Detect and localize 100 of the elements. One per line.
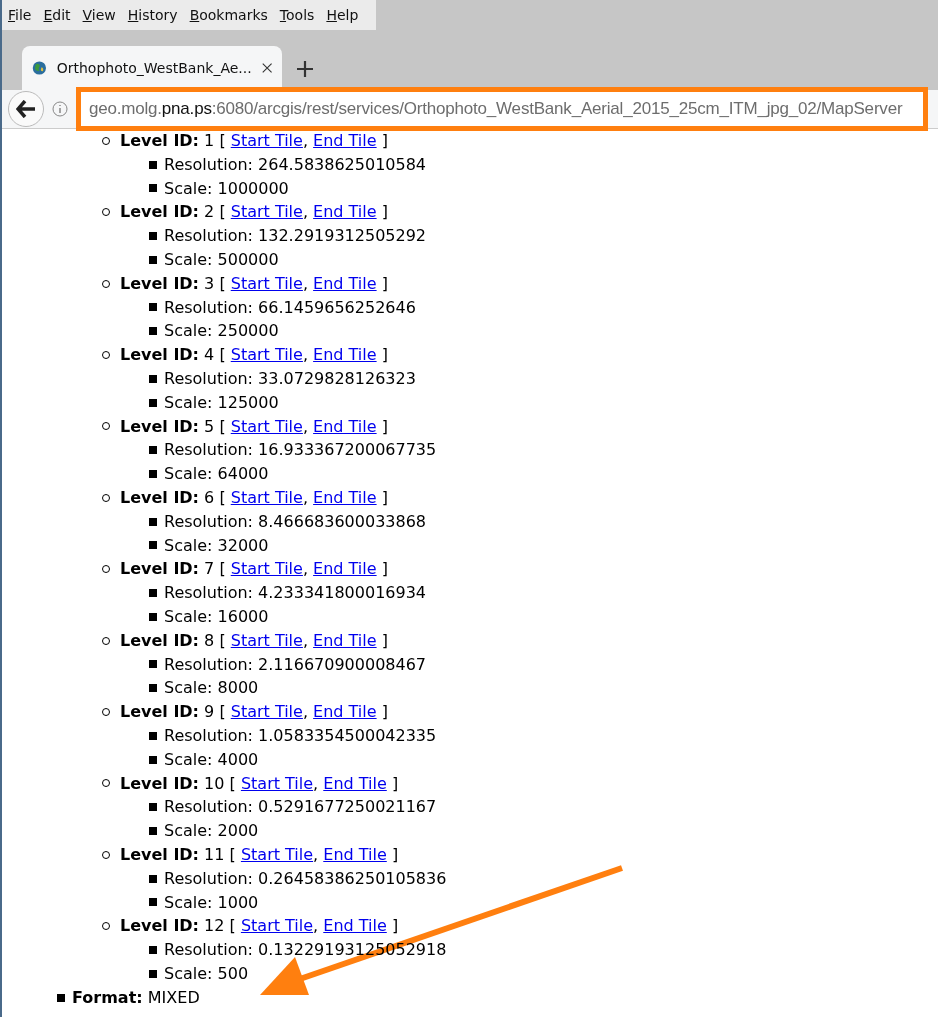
address-bar[interactable]: geo.molg.pna.ps:6080/arcgis/rest/services/Orthophoto_WestBank_Aerial_2015_25cm_ITM_jpg_02/MapServer: [76, 87, 928, 131]
scale-text: Scale: 64000: [164, 463, 269, 486]
scale-text: Scale: 125000: [164, 391, 279, 414]
bracket-text: ]: [380, 701, 388, 724]
separator-text: ,: [302, 701, 309, 724]
square-bullet-icon: [149, 232, 157, 241]
square-bullet-icon: [149, 827, 157, 835]
end-tile-link[interactable]: End Tile: [323, 771, 387, 796]
back-arrow-icon: [16, 100, 36, 118]
start-tile-link[interactable]: Start Tile: [230, 700, 303, 724]
level-heading: Level ID: 7 [: [120, 558, 227, 581]
start-tile-link[interactable]: Start Tile: [230, 628, 303, 653]
resolution-text: Resolution: 264.5838625010584: [164, 153, 427, 176]
square-bullet-icon: [149, 184, 157, 193]
resolution-text: Resolution: 1.0583354500042335: [164, 724, 437, 747]
square-bullet-icon: [149, 969, 157, 978]
separator-text: ,: [302, 415, 309, 438]
start-tile-link[interactable]: Start Tile: [230, 414, 303, 439]
menu-item[interactable]: Bookmarks: [189, 7, 268, 23]
scale-text: Scale: 4000: [164, 748, 259, 771]
square-bullet-icon: [149, 160, 157, 169]
start-tile-link[interactable]: Start Tile: [240, 914, 314, 939]
end-tile-link[interactable]: End Tile: [313, 700, 377, 724]
scale-text: Scale: 1000000: [164, 177, 289, 200]
square-bullet-icon: [149, 470, 157, 479]
end-tile-link[interactable]: End Tile: [313, 557, 377, 582]
end-tile-link[interactable]: End Tile: [313, 414, 377, 439]
separator-text: ,: [302, 486, 309, 509]
resolution-text: Resolution: 0.26458386250105836: [164, 867, 447, 890]
level-heading: Level ID: 1 [: [120, 130, 227, 152]
level-heading: Level ID: 10 [: [120, 772, 237, 795]
scale-text: Scale: 2000: [164, 820, 259, 843]
bracket-text: ]: [380, 629, 388, 652]
bracket-text: ]: [390, 915, 399, 938]
resolution-text: Resolution: 4.233341800016934: [164, 582, 427, 605]
close-icon[interactable]: [261, 61, 272, 75]
end-tile-link[interactable]: End Tile: [323, 914, 387, 939]
level-heading: Level ID: 8 [: [120, 629, 227, 652]
end-tile-link[interactable]: End Tile: [313, 343, 377, 367]
separator-text: ,: [302, 344, 309, 367]
bracket-text: ]: [380, 486, 388, 509]
end-tile-link[interactable]: End Tile: [313, 200, 377, 225]
start-tile-link[interactable]: Start Tile: [230, 485, 303, 510]
square-bullet-icon: [149, 589, 157, 598]
start-tile-link[interactable]: Start Tile: [230, 271, 303, 296]
start-tile-link[interactable]: Start Tile: [230, 129, 303, 153]
globe-icon: [32, 58, 47, 78]
square-bullet-icon: [149, 517, 157, 526]
square-bullet-icon: [149, 446, 157, 455]
level-heading: Level ID: 3 [: [120, 272, 227, 295]
resolution-text: Resolution: 33.0729828126323: [164, 367, 416, 390]
square-bullet-icon: [149, 803, 157, 812]
end-tile-link[interactable]: End Tile: [313, 628, 377, 653]
square-bullet-icon: [149, 898, 157, 907]
square-bullet-icon: [149, 874, 157, 883]
new-tab-icon[interactable]: [296, 60, 314, 78]
square-bullet-icon: [149, 946, 157, 954]
end-tile-link[interactable]: End Tile: [313, 271, 377, 296]
separator-text: ,: [313, 843, 320, 866]
square-bullet-icon: [149, 398, 157, 407]
end-tile-link[interactable]: End Tile: [313, 129, 377, 153]
separator-text: ,: [302, 272, 309, 295]
scale-text: Scale: 32000: [164, 534, 269, 557]
menu-item[interactable]: File: [8, 7, 32, 23]
square-bullet-icon: [149, 684, 157, 693]
start-tile-link[interactable]: Start Tile: [230, 343, 303, 367]
square-bullet-icon: [149, 660, 157, 669]
menu-item[interactable]: History: [127, 7, 178, 23]
bracket-text: ]: [380, 344, 388, 367]
menu-item[interactable]: Tools: [279, 7, 315, 23]
scale-text: Scale: 250000: [164, 320, 279, 343]
level-heading: Level ID: 12 [: [120, 915, 237, 938]
start-tile-link[interactable]: Start Tile: [230, 200, 303, 225]
end-tile-link[interactable]: End Tile: [313, 485, 377, 510]
scale-text: Scale: 500000: [164, 249, 279, 271]
browser-tab[interactable]: Orthophoto_WestBank_Ae...: [22, 46, 282, 90]
start-tile-link[interactable]: Start Tile: [230, 557, 303, 582]
menu-item[interactable]: View: [82, 7, 116, 23]
start-tile-link[interactable]: Start Tile: [240, 771, 314, 796]
scale-text: Scale: 500: [164, 962, 249, 985]
square-bullet-icon: [149, 731, 157, 740]
resolution-text: Resolution: 132.2919312505292: [164, 225, 427, 248]
level-heading: Level ID: 2 [: [120, 201, 227, 224]
level-heading: Level ID: 11 [: [120, 843, 237, 866]
level-heading: Level ID: 5 [: [120, 415, 227, 438]
url-text: geo.molg.pna.ps:6080/arcgis/rest/services/Orthophoto_WestBank_Aerial_2015_25cm_ITM_jpg_02/MapServer: [89, 99, 903, 119]
separator-text: ,: [302, 558, 309, 581]
level-heading: Level ID: 6 [: [120, 486, 227, 509]
end-tile-link[interactable]: End Tile: [323, 842, 387, 867]
tab-title: Orthophoto_WestBank_Ae...: [56, 60, 252, 76]
back-button[interactable]: [8, 91, 44, 127]
start-tile-link[interactable]: Start Tile: [240, 842, 314, 867]
scale-text: Scale: 1000: [164, 891, 259, 914]
bracket-text: ]: [390, 843, 399, 866]
menu-item[interactable]: Edit: [43, 7, 71, 23]
square-bullet-icon: [57, 993, 65, 1002]
menu-item[interactable]: Help: [326, 7, 359, 23]
resolution-text: Resolution: 0.5291677250021167: [164, 796, 437, 819]
resolution-text: Resolution: 8.466683600033868: [164, 510, 427, 533]
square-bullet-icon: [149, 303, 157, 312]
